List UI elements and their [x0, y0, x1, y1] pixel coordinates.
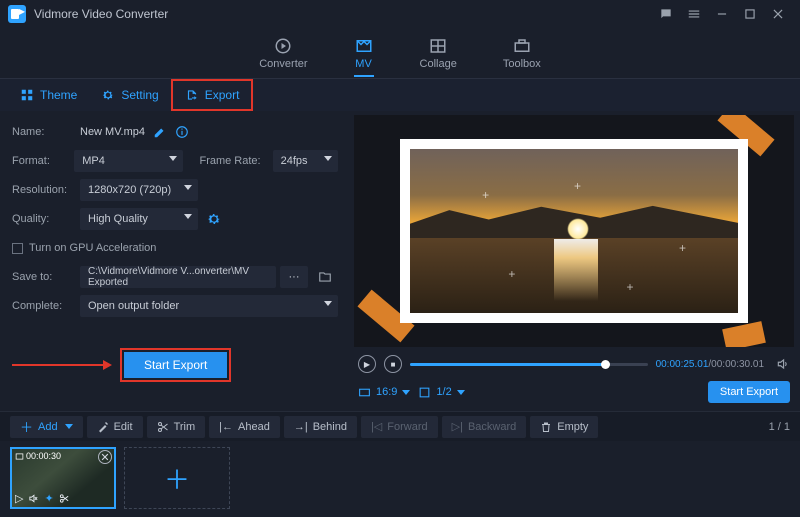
framerate-label: Frame Rate: — [199, 155, 272, 167]
step-forward-icon: ▷| — [452, 420, 463, 433]
theme-icon — [20, 88, 34, 102]
saveto-field[interactable]: C:\Vidmore\Vidmore V...onverter\MV Expor… — [80, 266, 276, 288]
ahead-button[interactable]: |←Ahead — [209, 416, 280, 438]
scissors-icon — [157, 421, 169, 433]
complete-select[interactable]: Open output folder — [80, 295, 338, 317]
chevron-down-icon — [457, 390, 465, 395]
feedback-icon[interactable] — [652, 0, 680, 28]
annotation-highlight: Start Export — [120, 348, 231, 382]
gear-icon — [101, 88, 115, 102]
menu-icon[interactable] — [680, 0, 708, 28]
annotation-arrow-icon — [12, 364, 104, 366]
trim-mini-icon[interactable] — [59, 493, 70, 504]
complete-label: Complete: — [12, 300, 80, 312]
pagination: 1 / 1 — [769, 421, 790, 433]
backward-button[interactable]: ▷|Backward — [442, 416, 527, 438]
wand-icon — [97, 421, 109, 433]
minimize-button[interactable] — [708, 0, 736, 28]
chevron-down-icon — [169, 156, 177, 161]
chevron-down-icon — [65, 424, 73, 429]
forward-button[interactable]: |◁Forward — [361, 416, 438, 438]
add-button[interactable]: ＋Add — [10, 416, 83, 438]
quality-select[interactable]: High Quality — [80, 208, 198, 230]
skip-back-icon: |← — [219, 421, 233, 433]
format-label: Format: — [12, 155, 74, 167]
nav-collage[interactable]: Collage — [420, 37, 457, 70]
quality-label: Quality: — [12, 213, 80, 225]
open-folder-icon[interactable] — [312, 266, 338, 288]
tape-icon — [722, 321, 766, 347]
edit-name-icon[interactable] — [153, 125, 167, 139]
quality-settings-icon[interactable] — [206, 211, 222, 227]
gpu-label: Turn on GPU Acceleration — [29, 242, 156, 254]
tab-setting[interactable]: Setting — [89, 79, 170, 111]
tab-theme-label: Theme — [40, 88, 77, 102]
clip-duration: 00:00:30 — [15, 451, 61, 461]
aspect-ratio-select[interactable]: 16:9 — [358, 386, 410, 399]
nav-mv-label: MV — [355, 58, 372, 70]
resolution-label: Resolution: — [12, 184, 80, 196]
gpu-checkbox[interactable] — [12, 243, 23, 254]
nav-converter[interactable]: Converter — [259, 37, 307, 70]
chevron-down-icon — [324, 301, 332, 306]
name-label: Name: — [12, 126, 80, 138]
video-preview: + + + + + — [354, 115, 794, 347]
nav-toolbox[interactable]: Toolbox — [503, 37, 541, 70]
tab-setting-label: Setting — [121, 88, 158, 102]
edit-button[interactable]: Edit — [87, 416, 143, 438]
resolution-select[interactable]: 1280x720 (720p) — [80, 179, 198, 201]
browse-button[interactable]: ··· — [280, 266, 308, 288]
skip-forward-icon: →| — [294, 421, 308, 433]
nav-mv[interactable]: MV — [354, 37, 374, 70]
play-button[interactable]: ▶ — [358, 355, 376, 373]
chevron-down-icon — [184, 214, 192, 219]
chevron-down-icon — [324, 156, 332, 161]
tab-export[interactable]: Export — [171, 79, 254, 111]
volume-icon[interactable] — [776, 357, 790, 371]
stop-button[interactable]: ■ — [384, 355, 402, 373]
time-display: 00:00:25.01/00:00:30.01 — [656, 359, 764, 370]
effect-mini-icon[interactable]: ✦ — [44, 492, 53, 505]
info-icon[interactable] — [175, 125, 189, 139]
behind-button[interactable]: →|Behind — [284, 416, 357, 438]
chevron-down-icon — [184, 185, 192, 190]
app-title: Vidmore Video Converter — [34, 7, 168, 21]
maximize-button[interactable] — [736, 0, 764, 28]
play-mini-icon[interactable]: ▷ — [15, 492, 23, 505]
trash-icon — [540, 421, 552, 433]
trim-button[interactable]: Trim — [147, 416, 206, 438]
tab-export-label: Export — [205, 88, 240, 102]
nav-toolbox-label: Toolbox — [503, 58, 541, 70]
tab-theme[interactable]: Theme — [8, 79, 89, 111]
app-logo-icon — [8, 5, 26, 23]
format-select[interactable]: MP4 — [74, 150, 183, 172]
add-clip-placeholder[interactable]: ＋ — [124, 447, 230, 509]
zoom-select[interactable]: 1/2 — [418, 386, 464, 399]
close-button[interactable] — [764, 0, 792, 28]
chevron-down-icon — [402, 390, 410, 395]
export-icon — [185, 88, 199, 102]
nav-collage-label: Collage — [420, 58, 457, 70]
start-export-small-button[interactable]: Start Export — [708, 381, 790, 403]
nav-converter-label: Converter — [259, 58, 307, 70]
mute-mini-icon[interactable] — [28, 493, 39, 504]
remove-clip-icon[interactable]: ✕ — [98, 450, 112, 464]
framerate-select[interactable]: 24fps — [273, 150, 338, 172]
clip-thumbnail[interactable]: 00:00:30 ✕ ▷ ✦ — [10, 447, 116, 509]
empty-button[interactable]: Empty — [530, 416, 598, 438]
progress-slider[interactable] — [410, 363, 648, 366]
start-export-button[interactable]: Start Export — [124, 352, 227, 378]
step-back-icon: |◁ — [371, 420, 382, 433]
name-value: New MV.mp4 — [80, 126, 145, 138]
saveto-label: Save to: — [12, 271, 80, 283]
